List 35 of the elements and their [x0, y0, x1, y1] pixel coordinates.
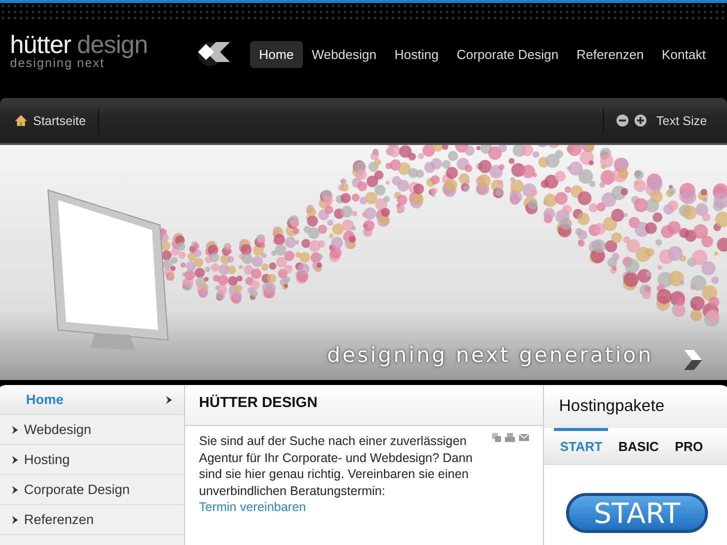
article-text: Sie sind auf der Suche nach einer zuverlässigen Agentur für Ihr Corporate- und Webdesign? Dann sind sie hier genau richtig. Vereinbaren sie einen unverbindlichen Beratungstermin:: [199, 433, 474, 499]
logo-text: hütter: [10, 31, 71, 59]
house-icon: [14, 114, 28, 127]
chevron-icon: [166, 396, 172, 404]
sidebar-item[interactable]: Corporate Design: [0, 475, 184, 505]
nav-link[interactable]: Kontakt: [652, 41, 715, 68]
nav-link[interactable]: Webdesign: [302, 41, 386, 68]
package-tab[interactable]: START: [554, 428, 608, 464]
start-button[interactable]: START: [566, 493, 708, 533]
nav-link[interactable]: Hosting: [386, 41, 448, 68]
minus-icon[interactable]: [616, 114, 630, 127]
sidebar-item[interactable]: Hosting: [0, 445, 184, 475]
package-tab[interactable]: BASIC: [612, 428, 665, 464]
logo-tagline: designing next: [10, 56, 105, 70]
appointment-link[interactable]: Termin vereinbaren: [199, 500, 306, 514]
chevron-icon: [12, 456, 18, 464]
copy-icon[interactable]: [492, 433, 501, 442]
package-tab[interactable]: PRO: [668, 428, 709, 464]
sidebar-item[interactable]: Referenzen: [0, 505, 184, 535]
nav-link[interactable]: Referenzen: [567, 41, 653, 68]
plus-icon[interactable]: [634, 114, 648, 127]
nav-link[interactable]: Corporate Design: [448, 41, 568, 68]
chevron-icon: [12, 486, 18, 494]
chevron-icon: [12, 426, 18, 434]
sidebar-item[interactable]: Home: [0, 385, 184, 415]
text-size-label: Text Size: [656, 114, 707, 128]
nav-link[interactable]: Home: [250, 41, 303, 68]
hosting-title: Hostingpakete: [544, 385, 727, 428]
breadcrumb-link[interactable]: Startseite: [33, 114, 86, 128]
envelope-icon[interactable]: [519, 433, 529, 441]
sidebar-item[interactable]: Webdesign: [0, 415, 184, 445]
logo-text: design: [76, 31, 148, 59]
printer-icon[interactable]: [505, 433, 515, 442]
banner-slogan: designing next generation: [327, 343, 654, 367]
chevron-icon: [12, 516, 18, 524]
